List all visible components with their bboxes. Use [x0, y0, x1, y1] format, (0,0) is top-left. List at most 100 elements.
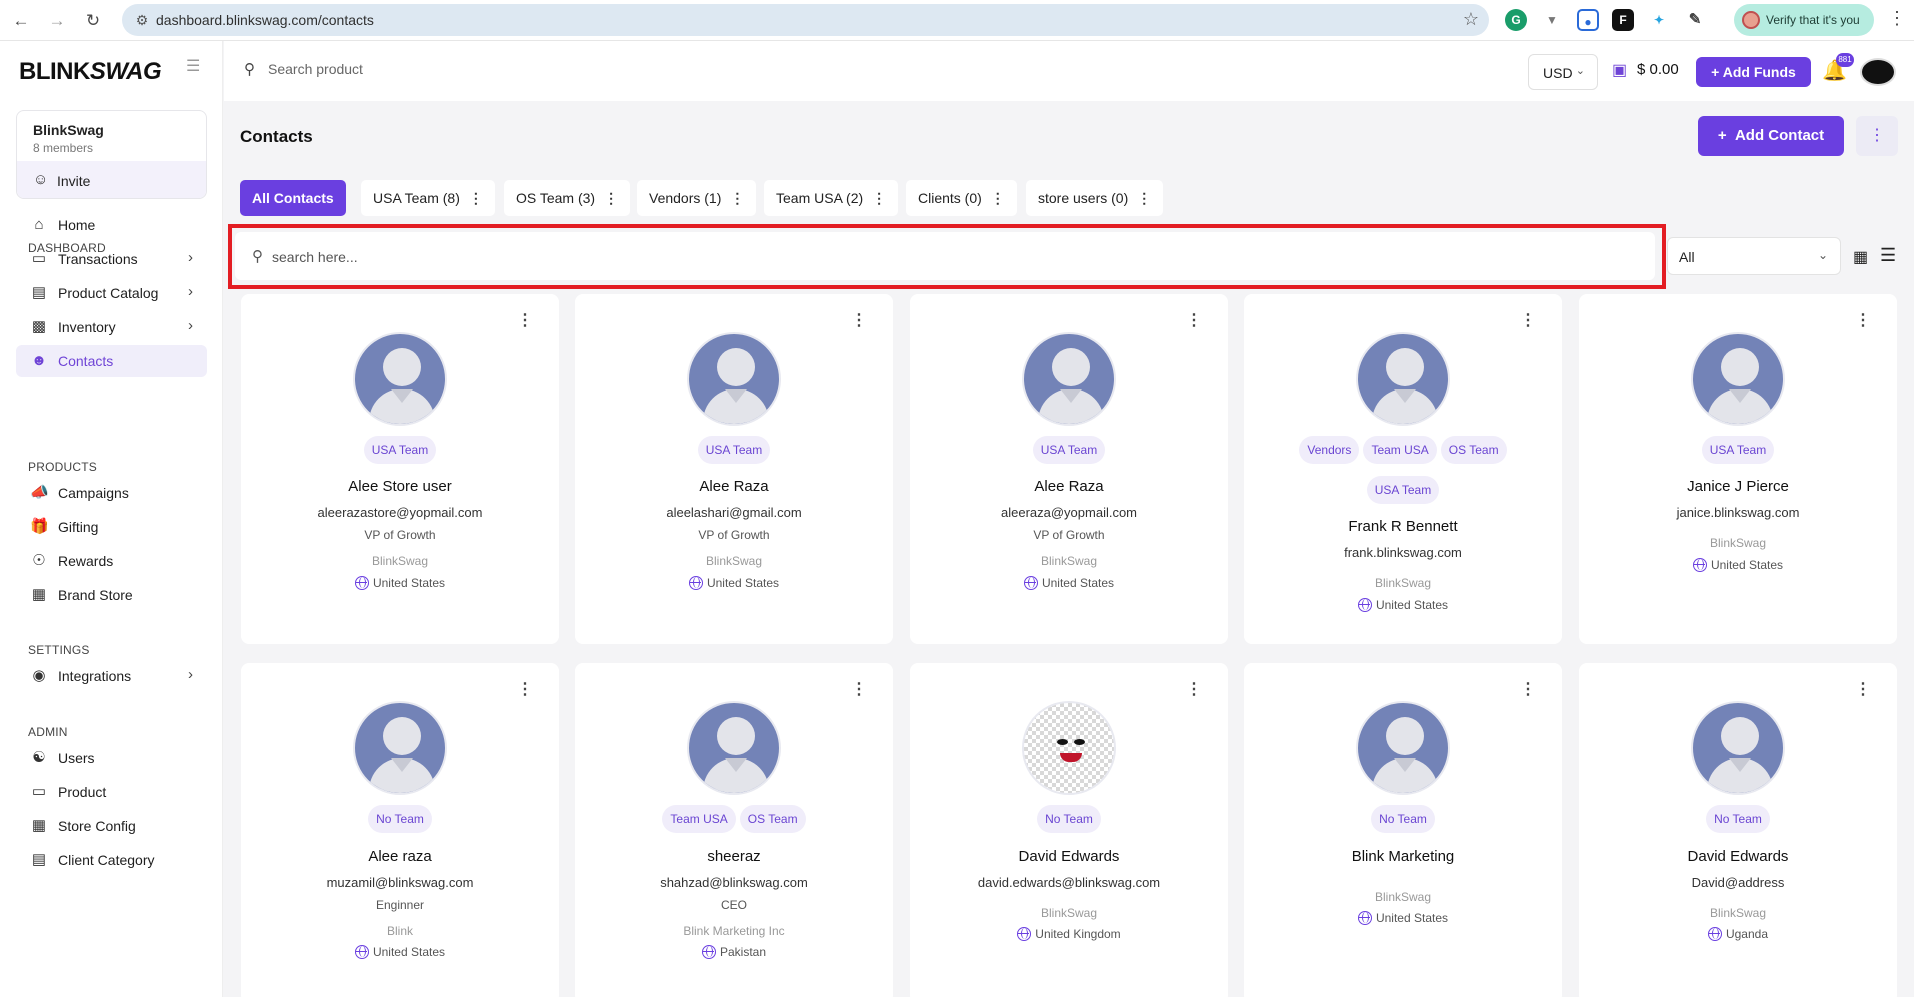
contact-card[interactable]: ⋮ USA Team Alee Store user aleerazastore… [241, 294, 559, 644]
sidebar-item-integrations[interactable]: ◉ Integrations › [16, 660, 207, 692]
card-menu-icon[interactable]: ⋮ [1520, 679, 1536, 699]
card-menu-icon[interactable]: ⋮ [851, 679, 867, 699]
browser-menu-icon[interactable]: ⋮ [1888, 8, 1906, 29]
page-title: Contacts [240, 127, 313, 146]
dev-extension-icon[interactable]: F [1612, 9, 1634, 31]
team-tag: Team USA [662, 805, 736, 833]
add-contact-button[interactable]: + Add Contact [1698, 116, 1844, 156]
product-search-input[interactable]: Search product [268, 61, 363, 77]
blinkswag-logo[interactable]: BLINKSWAG [19, 58, 162, 86]
profile-avatar-icon [1742, 11, 1760, 29]
extensions-puzzle-icon[interactable]: ✎ [1684, 9, 1706, 31]
bookmark-star-icon[interactable]: ☆ [1463, 9, 1479, 30]
tab-clients[interactable]: Clients (0) ⋮ [906, 180, 1017, 216]
sidebar-item-client-category[interactable]: ▤ Client Category [16, 844, 207, 876]
card-menu-icon[interactable]: ⋮ [851, 310, 867, 330]
invite-button[interactable]: ☺ Invite [17, 161, 206, 198]
tab-all-contacts[interactable]: All Contacts [240, 180, 346, 216]
reload-icon[interactable]: ↻ [82, 10, 104, 32]
sidebar-item-gifting[interactable]: 🎁 Gifting [16, 511, 207, 543]
sidebar-item-product[interactable]: ▭ Product [16, 776, 207, 808]
contact-company: Blink Marketing Inc [683, 924, 785, 938]
search-highlight-box [228, 224, 1666, 289]
card-menu-icon[interactable]: ⋮ [1186, 310, 1202, 330]
sidebar-item-label: Brand Store [58, 587, 133, 603]
contact-card[interactable]: ⋮ No Team David Edwards David@address Bl… [1579, 663, 1897, 997]
team-tag: USA Team [1032, 436, 1106, 464]
sidebar-item-product-catalog[interactable]: ▤ Product Catalog › [16, 277, 207, 309]
box-icon: ▩ [31, 318, 47, 335]
contact-card[interactable]: ⋮ No Team Blink Marketing BlinkSwag Unit… [1244, 663, 1562, 997]
tab-usa-team[interactable]: USA Team (8) ⋮ [361, 180, 495, 216]
contact-card[interactable]: ⋮ USA Team Janice J Pierce janice.blinks… [1579, 294, 1897, 644]
contact-company: BlinkSwag [371, 554, 429, 568]
tab-team-usa[interactable]: Team USA (2) ⋮ [764, 180, 899, 216]
chevron-right-icon: › [188, 283, 193, 300]
address-bar[interactable]: ⚙ dashboard.blinkswag.com/contacts ☆ [122, 4, 1489, 36]
contact-card[interactable]: ⋮ No Team Alee raza muzamil@blinkswag.co… [241, 663, 559, 997]
user-avatar[interactable] [1860, 58, 1896, 86]
globe-icon [354, 576, 369, 590]
sidebar-item-home[interactable]: ⌂ Home [16, 209, 207, 241]
grid-view-icon[interactable]: ▦ [1853, 247, 1868, 267]
org-members-count: 8 members [33, 141, 94, 155]
card-menu-icon[interactable]: ⋮ [1520, 310, 1536, 330]
sidebar-item-campaigns[interactable]: 📣 Campaigns [16, 477, 207, 509]
card-menu-icon[interactable]: ⋮ [517, 310, 533, 330]
back-icon[interactable]: ← [10, 10, 32, 32]
card-menu-icon[interactable]: ⋮ [517, 679, 533, 699]
tab-menu-icon: ⋮ [872, 190, 887, 206]
collapse-menu-icon[interactable]: ☰ [186, 56, 202, 76]
contact-avatar [1691, 701, 1785, 795]
group-filter-select[interactable]: All ⌄ [1667, 237, 1841, 275]
sidebar-item-label: Contacts [58, 353, 114, 369]
globe-icon [1707, 927, 1722, 941]
contact-company: BlinkSwag [1374, 576, 1432, 590]
contact-company: BlinkSwag [1709, 906, 1767, 920]
contact-avatar [1356, 701, 1450, 795]
contact-country: United States [241, 945, 559, 959]
contact-card[interactable]: ⋮ No Team David Edwards david.edwards@bl… [910, 663, 1228, 997]
add-funds-button[interactable]: + Add Funds [1696, 57, 1811, 87]
tab-vendors[interactable]: Vendors (1) ⋮ [637, 180, 757, 216]
sidebar-item-users[interactable]: ☯ Users [16, 742, 207, 774]
verify-profile-button[interactable]: Verify that it's you [1734, 4, 1874, 36]
contact-card[interactable]: ⋮ Vendors Team USA OS Team USA Team Frank … [1244, 294, 1562, 644]
sidebar-item-brand-store[interactable]: ▦ Brand Store [16, 579, 207, 611]
card-menu-icon[interactable]: ⋮ [1186, 679, 1202, 699]
award-icon: ☉ [32, 552, 46, 569]
chevron-right-icon: › [188, 666, 193, 683]
more-options-icon[interactable]: ⋮ [1856, 116, 1898, 156]
sidebar-item-rewards[interactable]: ☉ Rewards [16, 545, 207, 577]
home-icon: ⌂ [34, 216, 44, 233]
tab-store-users[interactable]: store users (0) ⋮ [1026, 180, 1164, 216]
contact-card[interactable]: ⋮ Team USA OS Team sheeraz shahzad@blinks… [575, 663, 893, 997]
card-menu-icon[interactable]: ⋮ [1855, 679, 1871, 699]
currency-select[interactable]: USD ⌄ [1528, 54, 1598, 90]
contact-country: United States [241, 576, 559, 590]
contact-title: VP of Growth [364, 528, 436, 542]
globe-icon [1357, 911, 1372, 925]
screen-capture-extension-icon[interactable]: ● [1577, 9, 1599, 31]
invite-label: Invite [57, 173, 91, 189]
contact-card[interactable]: ⋮ USA Team Alee Raza aleelashari@gmail.c… [575, 294, 893, 644]
sidebar-item-inventory[interactable]: ▩ Inventory › [16, 311, 207, 343]
url-text[interactable]: dashboard.blinkswag.com/contacts [156, 12, 374, 28]
forward-icon[interactable]: → [46, 10, 68, 32]
sidebar-item-store-config[interactable]: ▦ Store Config [16, 810, 207, 842]
credit-card-icon: ▭ [31, 250, 47, 267]
card-menu-icon[interactable]: ⋮ [1855, 310, 1871, 330]
catalog-icon: ▤ [31, 284, 47, 301]
sidebar-item-transactions[interactable]: ▭ Transactions › [16, 243, 207, 275]
contact-name: Blink Marketing [1351, 848, 1455, 865]
contact-name: sheeraz [707, 848, 761, 865]
sidebar-item-contacts[interactable]: ☻ Contacts [16, 345, 207, 377]
contact-email: aleelashari@gmail.com [666, 505, 802, 520]
vpn-extension-icon[interactable]: ▼ [1541, 9, 1563, 31]
contact-card[interactable]: ⋮ USA Team Alee Raza aleeraza@yopmail.co… [910, 294, 1228, 644]
grammarly-extension-icon[interactable]: G [1505, 9, 1527, 31]
list-view-icon[interactable]: ☰ [1880, 245, 1896, 266]
react-extension-icon[interactable]: ✦ [1648, 9, 1670, 31]
tab-os-team[interactable]: OS Team (3) ⋮ [504, 180, 631, 216]
site-settings-icon[interactable]: ⚙ [132, 10, 152, 30]
